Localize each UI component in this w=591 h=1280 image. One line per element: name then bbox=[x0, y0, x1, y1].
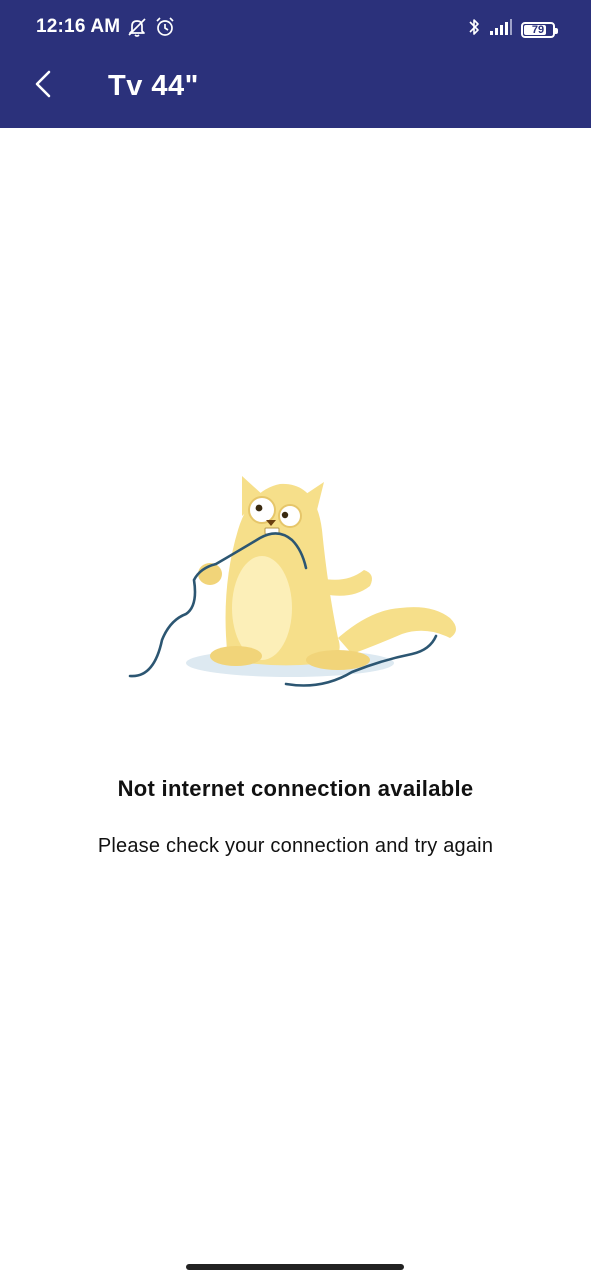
cat-chewing-cable-illustration bbox=[120, 470, 470, 700]
status-right-icons: 79 bbox=[467, 16, 558, 43]
status-time: 12:16 AM bbox=[36, 16, 121, 37]
header: 12:16 AM 79 Tv 44" bbox=[0, 0, 591, 128]
status-bar: 12:16 AM 79 bbox=[0, 0, 591, 56]
signal-icon bbox=[489, 18, 513, 41]
home-indicator[interactable] bbox=[186, 1264, 404, 1270]
battery-icon: 79 bbox=[521, 21, 558, 38]
back-arrow-icon bbox=[33, 69, 53, 104]
alarm-icon bbox=[154, 16, 176, 43]
bluetooth-icon bbox=[467, 16, 481, 43]
no-connection-title: Not internet connection available bbox=[117, 776, 474, 801]
page-title: Tv 44" bbox=[108, 70, 199, 102]
battery-level-text: 79 bbox=[531, 23, 545, 36]
app-bar: Tv 44" bbox=[0, 56, 591, 128]
muted-bell-icon bbox=[126, 16, 148, 43]
no-connection-message: Please check your connection and try aga… bbox=[97, 835, 494, 857]
back-button[interactable] bbox=[22, 64, 64, 108]
status-left-icons bbox=[126, 16, 176, 43]
